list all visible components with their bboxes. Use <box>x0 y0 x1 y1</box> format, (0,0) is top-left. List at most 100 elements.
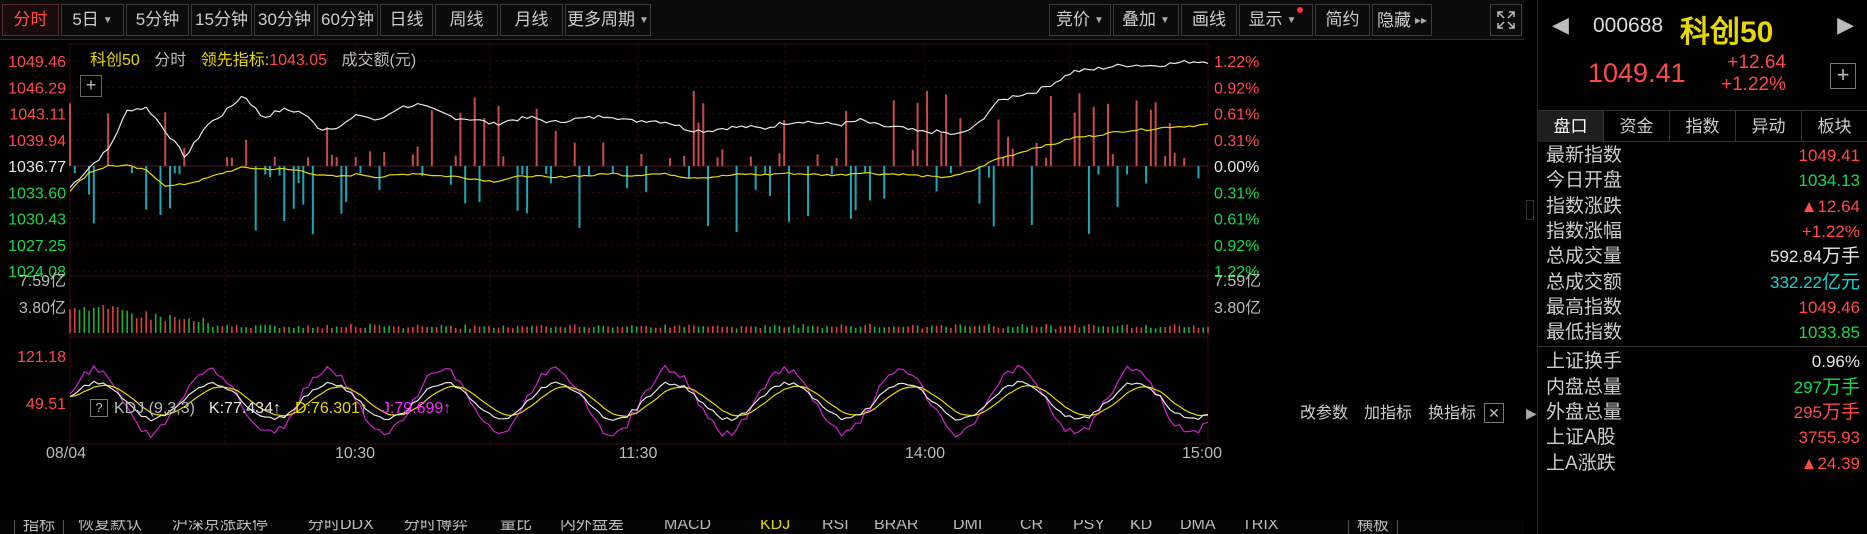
quote-row-label: 今日开盘 <box>1546 170 1623 192</box>
period-tab-label: 15分钟 <box>195 10 248 29</box>
tool-button-2[interactable]: 画线 <box>1181 4 1237 36</box>
indicator-tab-12[interactable]: CR <box>1020 520 1043 534</box>
turnover-label: 成交额(元) <box>341 52 417 69</box>
quote-row-unit: 亿元 <box>1821 271 1860 293</box>
kdj-edit-params-button[interactable]: 改参数 <box>1300 405 1348 422</box>
indicator-tab-5[interactable]: 量比 <box>500 520 532 534</box>
indicator-tab-14[interactable]: KD <box>1130 520 1152 534</box>
change-percent: +1.22% <box>1721 74 1786 95</box>
kdj-switch-indicator-button[interactable]: 换指标 <box>1428 405 1476 422</box>
quote-row: 内盘总量 297万手 <box>1538 375 1867 400</box>
panel-tab-2[interactable]: 指数 <box>1670 111 1736 142</box>
scroll-handle[interactable] <box>1526 200 1534 220</box>
security-name: 科创50 <box>1680 16 1774 49</box>
time-axis-label: 10:30 <box>335 445 375 462</box>
chevron-down-icon: ▼ <box>639 15 649 26</box>
next-security-icon[interactable]: ▶ <box>1837 12 1854 38</box>
panel-tab-4[interactable]: 板块 <box>1802 111 1867 142</box>
tool-button-0[interactable]: 竞价 ▼ <box>1049 4 1111 36</box>
quote-row-label: 上A涨跌 <box>1546 452 1616 474</box>
price-axis-label: 1030.43 <box>8 212 66 229</box>
indicator-tab-15[interactable]: DMA <box>1180 520 1216 534</box>
quote-row-unit: 万手 <box>1821 402 1860 423</box>
tool-button-3[interactable]: 显示 ▼ <box>1239 4 1313 36</box>
main-legend: 科创50 分时 领先指标:1043.05 成交额(元) <box>90 46 426 70</box>
tool-button-4[interactable]: 简约 <box>1315 4 1370 36</box>
quote-row-value: 332.22亿元 <box>1770 270 1860 295</box>
indicator-tab-10[interactable]: BRAR <box>874 520 918 534</box>
quote-row-label: 总成交额 <box>1546 271 1623 293</box>
panel-tabs: 盘口 资金 指数 异动 板块 <box>1538 110 1867 142</box>
panel-divider <box>1538 346 1867 348</box>
percent-axis-label: 0.00% <box>1214 159 1259 176</box>
quote-row-value: 0.96% <box>1812 349 1860 374</box>
indicator-tab-1[interactable]: 恢复默认 <box>78 520 142 534</box>
indicator-tab-6[interactable]: 内外盘差 <box>560 520 624 534</box>
panel-tab-0[interactable]: 盘口 <box>1538 111 1604 142</box>
tool-button-1[interactable]: 叠加 ▼ <box>1113 4 1179 36</box>
period-tab-8[interactable]: 月线 <box>500 4 563 36</box>
chart-area[interactable]: 1049.46 1046.29 1043.11 1039.94 1036.77 1033.… <box>0 40 1524 534</box>
kdj-help-button[interactable]: ? <box>90 399 108 417</box>
leading-indicator-value: 1043.05 <box>269 52 328 69</box>
indicator-tab-3[interactable]: 分时DDX <box>308 520 374 534</box>
quote-row-label: 最低指数 <box>1546 322 1623 344</box>
volume-axis-label: 7.59亿 <box>1214 272 1261 290</box>
close-icon[interactable]: ✕ <box>1484 403 1504 423</box>
quote-row-number: 1049.41 <box>1798 146 1860 165</box>
quote-row-number: 1034.13 <box>1798 171 1860 191</box>
add-watchlist-button[interactable]: + <box>1830 63 1856 89</box>
quote-panel: ◀ 000688 科创50 ▶ 1049.41 +12.64 +1.22% + … <box>1537 0 1867 534</box>
quote-header: ◀ 000688 科创50 ▶ 1049.41 +12.64 +1.22% + <box>1538 0 1867 110</box>
quote-row-value: 592.84万手 <box>1770 244 1860 269</box>
period-tab-4[interactable]: 30分钟 <box>254 4 315 36</box>
indicator-tab-7[interactable]: MACD <box>664 520 711 534</box>
prev-security-icon[interactable]: ◀ <box>1552 12 1569 38</box>
price-axis-label: 1027.25 <box>8 238 66 255</box>
panel-tab-3[interactable]: 异动 <box>1736 111 1802 142</box>
period-tab-label: 月线 <box>514 10 549 29</box>
notification-dot <box>1297 7 1304 13</box>
period-tab-label: 60分钟 <box>321 10 374 29</box>
crosshair-plus-button[interactable]: + <box>80 75 102 97</box>
indicator-tab-16[interactable]: TRIX <box>1242 520 1278 534</box>
panel-tab-1[interactable]: 资金 <box>1604 111 1670 142</box>
indicator-tab-9[interactable]: RSI <box>822 520 849 534</box>
price-axis-label: 1043.11 <box>9 107 66 124</box>
kdj-add-indicator-button[interactable]: 加指标 <box>1364 405 1412 422</box>
period-tab-2[interactable]: 5分钟 <box>126 4 189 36</box>
collapse-panel-icon[interactable]: ▶ <box>1526 405 1537 435</box>
indicator-tab-0[interactable]: 指标 <box>14 520 65 534</box>
indicator-tab-8[interactable]: KDJ <box>760 520 790 534</box>
fullscreen-icon[interactable] <box>1490 4 1522 36</box>
percent-axis-label: 1.22% <box>1214 54 1259 71</box>
quote-row-number: 3755.93 <box>1798 428 1860 448</box>
quote-row: 最低指数 1033.85 <box>1538 320 1867 345</box>
quote-row-number: 297 <box>1793 377 1822 397</box>
indicator-tab-13[interactable]: PSY <box>1073 520 1105 534</box>
indicator-tab-2[interactable]: 沪深京涨跌停 <box>172 520 268 534</box>
period-tab-7[interactable]: 周线 <box>435 4 498 36</box>
period-tab-3[interactable]: 15分钟 <box>191 4 252 36</box>
quote-row: 外盘总量 295万手 <box>1538 400 1867 425</box>
period-tab-5[interactable]: 60分钟 <box>317 4 378 36</box>
quote-row-number: 1049.46 <box>1798 297 1860 317</box>
quote-row-value: 295万手 <box>1794 400 1860 425</box>
indicator-tab-4[interactable]: 分时博弈 <box>404 520 468 534</box>
period-tab-1[interactable]: 5日 ▼ <box>61 4 124 36</box>
percent-axis-label: 0.61% <box>1214 212 1259 229</box>
tool-button-5[interactable]: 隐藏 ▸▸ <box>1372 4 1432 36</box>
quote-row-number: 332.22 <box>1769 272 1822 292</box>
quote-row-label: 最高指数 <box>1546 296 1623 318</box>
chevron-down-icon: ▼ <box>102 15 113 26</box>
period-tab-0[interactable]: 分时 <box>2 4 59 36</box>
period-tab-6[interactable]: 日线 <box>380 4 433 36</box>
period-tab-9[interactable]: 更多周期 ▼ <box>565 4 651 36</box>
intraday-chart[interactable]: 1049.46 1046.29 1043.11 1039.94 1036.77 1033.… <box>0 40 1524 534</box>
indicator-tab-17[interactable]: 横板 <box>1348 520 1399 534</box>
indicator-tab-11[interactable]: DMI <box>953 520 982 534</box>
time-axis-label: 11:30 <box>619 445 658 462</box>
quote-row: 总成交量 592.84万手 <box>1538 244 1867 269</box>
period-tab-label: 5日 <box>72 10 99 29</box>
quote-row-number: +1.22% <box>1801 221 1860 241</box>
